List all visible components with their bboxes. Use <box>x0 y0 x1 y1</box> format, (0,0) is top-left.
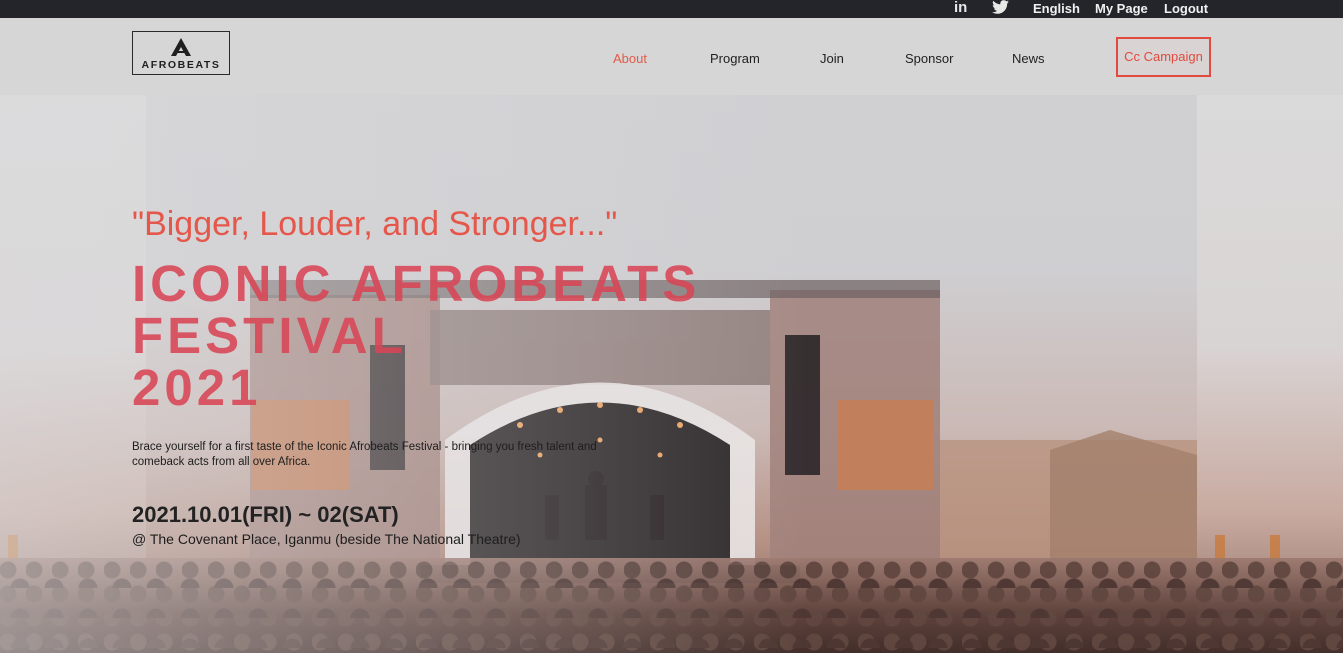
linkedin-icon[interactable]: in <box>954 0 967 16</box>
event-date: 2021.10.01(FRI) ~ 02(SAT) <box>132 502 399 527</box>
hero-section: "Bigger, Louder, and Stronger..." ICONIC… <box>0 95 1343 653</box>
cc-campaign-button[interactable]: Cc Campaign <box>1116 37 1211 77</box>
logo-text: AFROBEATS <box>141 59 221 71</box>
nav-sponsor[interactable]: Sponsor <box>905 51 953 66</box>
nav-news[interactable]: News <box>1012 51 1045 66</box>
logout-link[interactable]: Logout <box>1164 2 1208 16</box>
hero-description: Brace yourself for a first taste of the … <box>132 441 597 468</box>
hero-title-line-2: FESTIVAL <box>132 307 407 364</box>
hero-title-line-3: 2021 <box>132 359 262 416</box>
twitter-icon[interactable] <box>992 0 1009 16</box>
my-page-link[interactable]: My Page <box>1095 2 1148 16</box>
nav-about[interactable]: About <box>613 51 647 66</box>
top-utility-bar: in English My Page Logout <box>0 0 1343 18</box>
logo-mark-icon <box>171 38 191 56</box>
event-venue: @ The Covenant Place, Iganmu (beside The… <box>132 531 521 547</box>
hero-title-line-1: ICONIC AFROBEATS <box>132 255 701 312</box>
afrobeats-logo[interactable]: AFROBEATS <box>132 31 230 75</box>
main-header: AFROBEATS About Program Join Sponsor New… <box>0 18 1343 95</box>
language-link[interactable]: English <box>1033 2 1080 16</box>
nav-program[interactable]: Program <box>710 51 760 66</box>
hero-title: ICONIC AFROBEATS FESTIVAL 2021 <box>132 258 700 414</box>
hero-quote: "Bigger, Louder, and Stronger..." <box>132 205 618 243</box>
nav-join[interactable]: Join <box>820 51 844 66</box>
